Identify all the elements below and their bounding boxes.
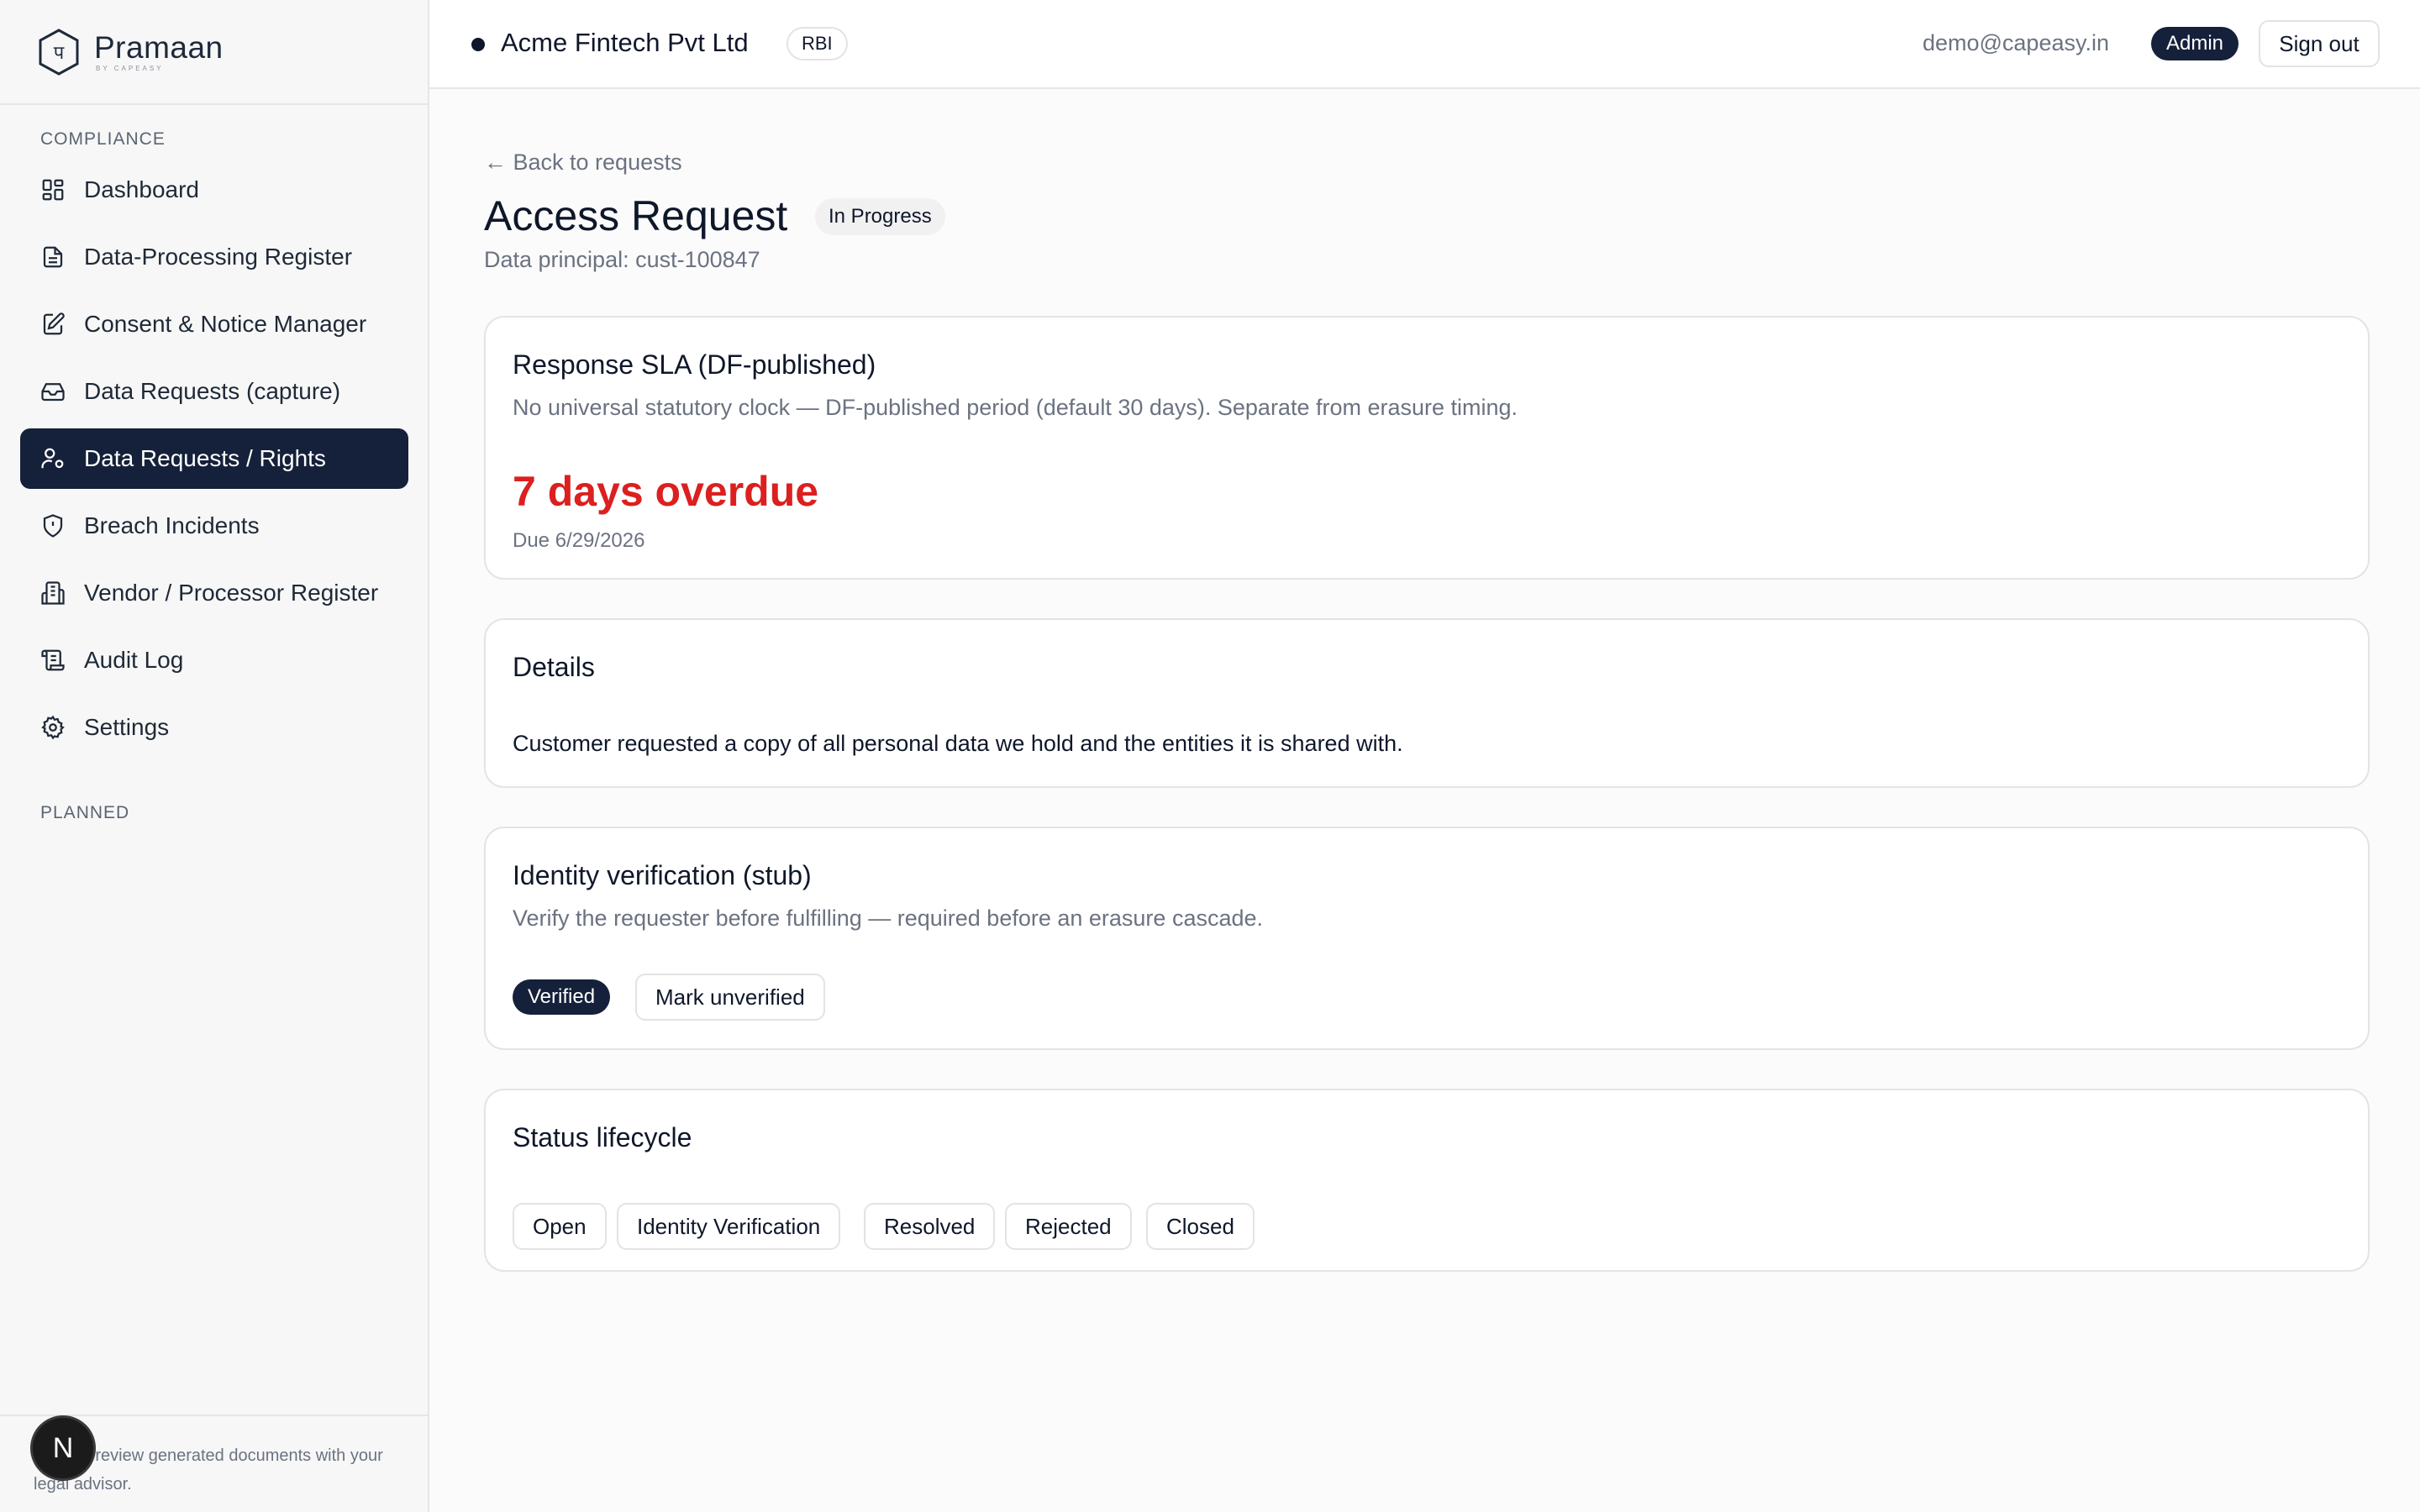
sidebar-item-label: Consent & Notice Manager — [84, 311, 367, 337]
data-principal: Data principal: cust-100847 — [484, 247, 760, 272]
sidebar-item-dashboard[interactable]: Dashboard — [20, 160, 408, 220]
building-icon — [41, 581, 65, 605]
sidebar-item-settings[interactable]: Settings — [20, 697, 408, 758]
sidebar: प Pramaan BY CAPEASY COMPLIANCE Dashboar… — [0, 0, 429, 1512]
lifecycle-card-title: Status lifecycle — [513, 1122, 692, 1152]
section-title-planned: PLANNED — [40, 803, 130, 822]
identity-card-title: Identity verification (stub) — [513, 860, 812, 890]
page-title: Access Request — [484, 192, 788, 239]
overdue-text: 7 days overdue — [513, 468, 819, 515]
app-root: प Pramaan BY CAPEASY COMPLIANCE Dashboar… — [0, 0, 2420, 1512]
brand[interactable]: प Pramaan BY CAPEASY — [0, 0, 428, 105]
role-badge: Admin — [2150, 27, 2238, 60]
scroll-icon — [41, 649, 65, 671]
sidebar-item-audit-log[interactable]: Audit Log — [20, 630, 408, 690]
sidebar-nav: Dashboard Data-Processing Register Conse… — [20, 160, 408, 764]
user-gear-icon — [41, 448, 64, 469]
sign-out-button[interactable]: Sign out — [2259, 20, 2380, 67]
status-closed-button[interactable]: Closed — [1146, 1203, 1255, 1250]
status-badge: In Progress — [815, 198, 945, 235]
edit-document-icon — [43, 312, 65, 335]
sidebar-item-label: Data Requests / Rights — [84, 445, 326, 471]
sidebar-item-label: Breach Incidents — [84, 512, 260, 538]
sla-card: Response SLA (DF-published) No universal… — [484, 316, 2370, 580]
brand-subtitle: BY CAPEASY — [96, 64, 164, 72]
due-date: Due 6/29/2026 — [513, 529, 645, 552]
sidebar-item-label: Vendor / Processor Register — [84, 580, 379, 606]
svg-text:प: प — [54, 43, 65, 64]
identity-card-description: Verify the requester before fulfilling —… — [513, 906, 1264, 931]
sidebar-item-data-requests-capture[interactable]: Data Requests (capture) — [20, 361, 408, 422]
gear-icon — [41, 715, 65, 740]
sidebar-item-breach-incidents[interactable]: Breach Incidents — [20, 496, 408, 556]
sidebar-item-label: Data-Processing Register — [84, 244, 353, 270]
sidebar-item-consent-notice-manager[interactable]: Consent & Notice Manager — [20, 294, 408, 354]
org-status-dot — [471, 38, 485, 51]
sidebar-item-label: Data Requests (capture) — [84, 378, 341, 404]
sidebar-item-vendor-processor-register[interactable]: Vendor / Processor Register — [20, 563, 408, 623]
sidebar-item-label: Settings — [84, 714, 170, 740]
sla-card-title: Response SLA (DF-published) — [513, 349, 876, 380]
org-name: Acme Fintech Pvt Ltd — [501, 28, 749, 57]
verified-badge-button[interactable]: Verified — [513, 979, 611, 1015]
status-identity-verification-button[interactable]: Identity Verification — [617, 1203, 841, 1250]
identity-verification-card: Identity verification (stub) Verify the … — [484, 827, 2370, 1050]
sla-card-description: No universal statutory clock — DF-publis… — [513, 395, 1518, 420]
mark-unverified-button[interactable]: Mark unverified — [635, 974, 825, 1021]
inbox-icon — [41, 383, 65, 402]
back-to-requests-link[interactable]: ← Back to requests — [484, 150, 682, 176]
status-resolved-button[interactable]: Resolved — [864, 1203, 996, 1250]
regulator-badge: RBI — [786, 27, 848, 60]
sidebar-item-data-processing-register[interactable]: Data-Processing Register — [20, 227, 408, 287]
details-card-title: Details — [513, 652, 595, 682]
details-card: Details Customer requested a copy of all… — [484, 618, 2370, 788]
sidebar-item-label: Dashboard — [84, 176, 199, 202]
dev-tools-badge[interactable]: N — [30, 1415, 96, 1481]
document-icon — [43, 246, 63, 268]
sidebar-item-data-requests-rights[interactable]: Data Requests / Rights — [20, 428, 408, 489]
status-lifecycle-card: Status lifecycle Open Identity Verificat… — [484, 1089, 2370, 1272]
brand-logo-icon: प — [39, 28, 79, 76]
details-text: Customer requested a copy of all persona… — [513, 731, 1403, 756]
sidebar-item-label: Audit Log — [84, 647, 184, 673]
section-title-compliance: COMPLIANCE — [40, 129, 166, 149]
user-email: demo@capeasy.in — [1922, 30, 2109, 55]
brand-name: Pramaan — [94, 29, 224, 65]
status-rejected-button[interactable]: Rejected — [1005, 1203, 1132, 1250]
shield-alert-icon — [43, 514, 63, 538]
top-header: Acme Fintech Pvt Ltd RBI demo@capeasy.in… — [429, 0, 2420, 89]
dashboard-icon — [42, 179, 64, 201]
status-open-button[interactable]: Open — [513, 1203, 607, 1250]
